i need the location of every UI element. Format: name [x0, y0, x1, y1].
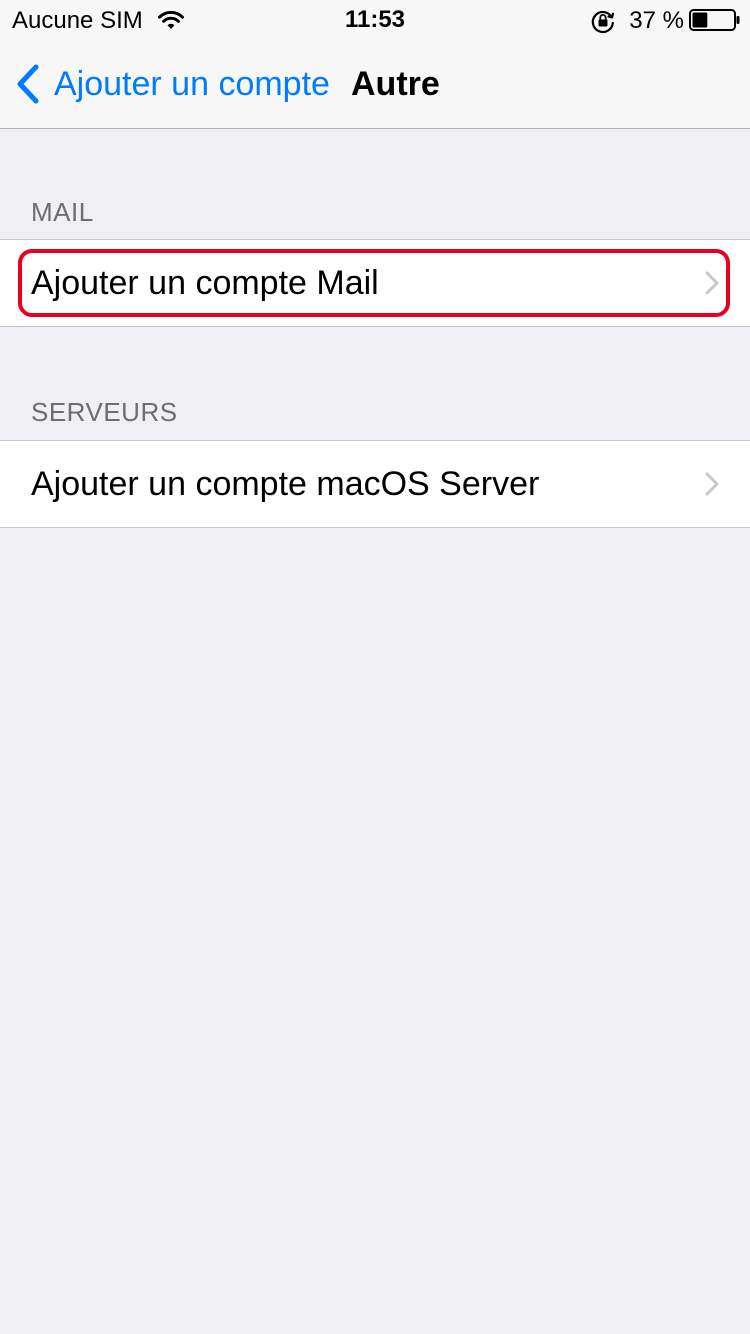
back-button-label: Ajouter un compte [54, 64, 330, 103]
battery-icon [689, 9, 740, 31]
page-title: Autre [351, 65, 440, 103]
section-header-mail: MAIL [31, 197, 94, 227]
add-macos-server-account-row[interactable]: Ajouter un compte macOS Server [0, 440, 750, 528]
navigation-bar: Ajouter un compte Autre [0, 40, 750, 129]
add-macos-server-account-label: Ajouter un compte macOS Server [31, 465, 540, 503]
lock-rotation-icon [591, 10, 615, 34]
section-header-servers: SERVEURS [31, 397, 178, 427]
chevron-right-icon [705, 472, 719, 496]
back-button[interactable]: Ajouter un compte [14, 40, 330, 128]
status-bar: Aucune SIM 11:53 37 % [0, 0, 750, 40]
highlight-box [18, 249, 730, 317]
battery-percent: 37 % [629, 7, 684, 34]
chevron-left-icon [17, 64, 39, 104]
